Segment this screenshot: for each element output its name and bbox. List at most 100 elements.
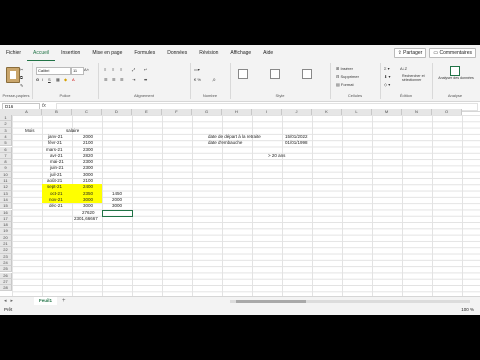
cell-value-depart[interactable]: 15/01/2022: [285, 134, 308, 140]
cell-average[interactable]: 2301,66667: [74, 216, 98, 222]
fill-color-icon[interactable]: ◆: [64, 77, 67, 82]
currency-icon[interactable]: € %: [194, 77, 201, 82]
insert-cells-button[interactable]: ⊞ Insérer: [336, 66, 353, 71]
cell-label-depart[interactable]: date de départ à la retraite: [208, 134, 261, 140]
zoom-level[interactable]: 100 %: [461, 305, 474, 315]
cell-salaire-header[interactable]: salaire: [66, 128, 79, 134]
cell-total[interactable]: 27620: [82, 210, 95, 216]
group-alignment-label: Alignement: [133, 93, 154, 98]
cell-month[interactable]: févr-21: [48, 140, 62, 146]
cell-mois-header[interactable]: Mois: [12, 128, 35, 134]
cell-salary[interactable]: 3000: [83, 172, 93, 178]
tab-donnees[interactable]: Données: [161, 45, 193, 61]
row-header-28[interactable]: 28: [0, 285, 12, 292]
tab-fichier[interactable]: Fichier: [0, 45, 27, 61]
cut-icon[interactable]: ✂: [20, 67, 23, 72]
tab-insertion[interactable]: Insertion: [55, 45, 86, 61]
cell-salary[interactable]: 2350: [83, 191, 93, 197]
font-size-select[interactable]: 11: [71, 67, 84, 75]
wrap-text-icon[interactable]: ↵: [144, 67, 147, 72]
cell-month[interactable]: nov-21: [49, 197, 63, 203]
align-left-icon[interactable]: ☰: [104, 77, 108, 82]
cell-salary[interactable]: 2100: [83, 140, 93, 146]
format-table-icon[interactable]: [270, 69, 280, 79]
clear-icon[interactable]: ◇ ▾: [384, 82, 390, 87]
font-color-icon[interactable]: A: [72, 77, 75, 82]
tab-revision[interactable]: Révision: [193, 45, 224, 61]
status-ready: Prêt: [4, 307, 13, 312]
decimal-icon[interactable]: ,0: [212, 77, 215, 82]
indent-icon[interactable]: ⇥: [132, 77, 135, 82]
tab-affichage[interactable]: Affichage: [224, 45, 257, 61]
cell-anciennete[interactable]: > 20 ans: [268, 153, 285, 159]
comments-button[interactable]: ▭ Commentaires: [429, 48, 476, 58]
tab-aide[interactable]: Aide: [257, 45, 279, 61]
cell-month[interactable]: oct-21: [50, 191, 63, 197]
cell-d-value[interactable]: 1450: [112, 191, 122, 197]
bold-icon[interactable]: G: [36, 77, 39, 82]
cell-month[interactable]: déc-21: [49, 203, 63, 209]
cell-month[interactable]: août-21: [47, 178, 62, 184]
tab-mise-en-page[interactable]: Mise en page: [86, 45, 128, 61]
horizontal-scrollbar[interactable]: [230, 300, 470, 303]
align-right-icon[interactable]: ☰: [120, 77, 124, 82]
copy-icon[interactable]: ⧉: [20, 75, 23, 80]
cell-area[interactable]: Mois salaire janv-21 févr-21 mars-21 avr…: [12, 115, 480, 296]
cell-salary[interactable]: 3000: [83, 203, 93, 209]
cell-month[interactable]: janv-21: [48, 134, 63, 140]
grow-font-icon[interactable]: A˄: [84, 67, 89, 72]
fill-icon[interactable]: ⬇ ▾: [384, 74, 390, 79]
cell-month[interactable]: mars-21: [46, 147, 63, 153]
share-button[interactable]: ⇪ Partager: [393, 48, 427, 58]
font-name-select[interactable]: Calibri: [36, 67, 71, 75]
tab-formules[interactable]: Formules: [128, 45, 161, 61]
sheet-nav-arrows-icon[interactable]: ◂▸: [4, 298, 17, 304]
align-top-icon[interactable]: ≡: [104, 67, 106, 72]
scrollbar-thumb[interactable]: [236, 300, 306, 303]
align-bottom-icon[interactable]: ≡: [120, 67, 122, 72]
cell-d-value[interactable]: 3000: [112, 203, 122, 209]
cell-salary[interactable]: 2300: [83, 165, 93, 171]
merge-center-icon[interactable]: ⬌: [144, 77, 147, 82]
find-select-button[interactable]: Rechercher et sélectionner: [402, 74, 430, 82]
italic-icon[interactable]: I: [42, 77, 43, 82]
cell-salary[interactable]: 2300: [83, 159, 93, 165]
cell-month[interactable]: avr-21: [50, 153, 63, 159]
autosum-icon[interactable]: Σ ▾: [384, 66, 390, 71]
cell-value-embauche[interactable]: 01/01/1998: [285, 140, 308, 146]
cell-month[interactable]: sept-21: [47, 184, 62, 190]
group-number-label: Nombre: [202, 93, 218, 98]
cell-salary[interactable]: 2100: [83, 178, 93, 184]
conditional-format-icon[interactable]: [238, 69, 248, 79]
cell-month[interactable]: mai-21: [50, 159, 64, 165]
add-sheet-button[interactable]: +: [62, 297, 66, 305]
analyze-data-button[interactable]: Analyser des données: [436, 76, 476, 80]
format-painter-icon[interactable]: ✎: [20, 83, 23, 88]
cell-d-value[interactable]: 2000: [112, 197, 122, 203]
tab-accueil[interactable]: Accueil: [27, 46, 56, 61]
cell-salary[interactable]: 2820: [83, 153, 93, 159]
underline-icon[interactable]: S: [48, 77, 51, 82]
sort-filter-icon[interactable]: A↓Z: [400, 66, 407, 71]
number-format-select[interactable]: ▭▾: [194, 67, 200, 72]
format-cells-button[interactable]: ▤ Format: [336, 82, 354, 87]
cell-salary[interactable]: 2000: [83, 134, 93, 140]
align-middle-icon[interactable]: ≡: [112, 67, 114, 72]
cell-salary[interactable]: 3000: [83, 197, 93, 203]
paste-icon[interactable]: [6, 67, 20, 83]
align-center-icon[interactable]: ☰: [112, 77, 116, 82]
cell-month[interactable]: juil-21: [50, 172, 62, 178]
format-cells-label: Format: [340, 82, 354, 87]
borders-icon[interactable]: ▦: [56, 77, 60, 82]
cell-month[interactable]: juin-21: [50, 165, 64, 171]
ribbon-body: ✂ ⧉ ✎ Presse-papiers Calibri 11 A˄ G I S…: [0, 61, 480, 102]
selected-cell-d16[interactable]: [102, 209, 133, 217]
orientation-icon[interactable]: ⤢: [132, 67, 135, 72]
delete-cells-button[interactable]: ⊟ Supprimer: [336, 74, 359, 79]
analyze-data-icon[interactable]: [450, 66, 460, 76]
cell-styles-icon[interactable]: [302, 69, 312, 79]
cell-salary[interactable]: 2300: [83, 147, 93, 153]
group-editing-label: Édition: [399, 93, 413, 98]
cell-label-embauche[interactable]: date d'embauche: [208, 140, 242, 146]
cell-salary[interactable]: 2400: [83, 184, 93, 190]
